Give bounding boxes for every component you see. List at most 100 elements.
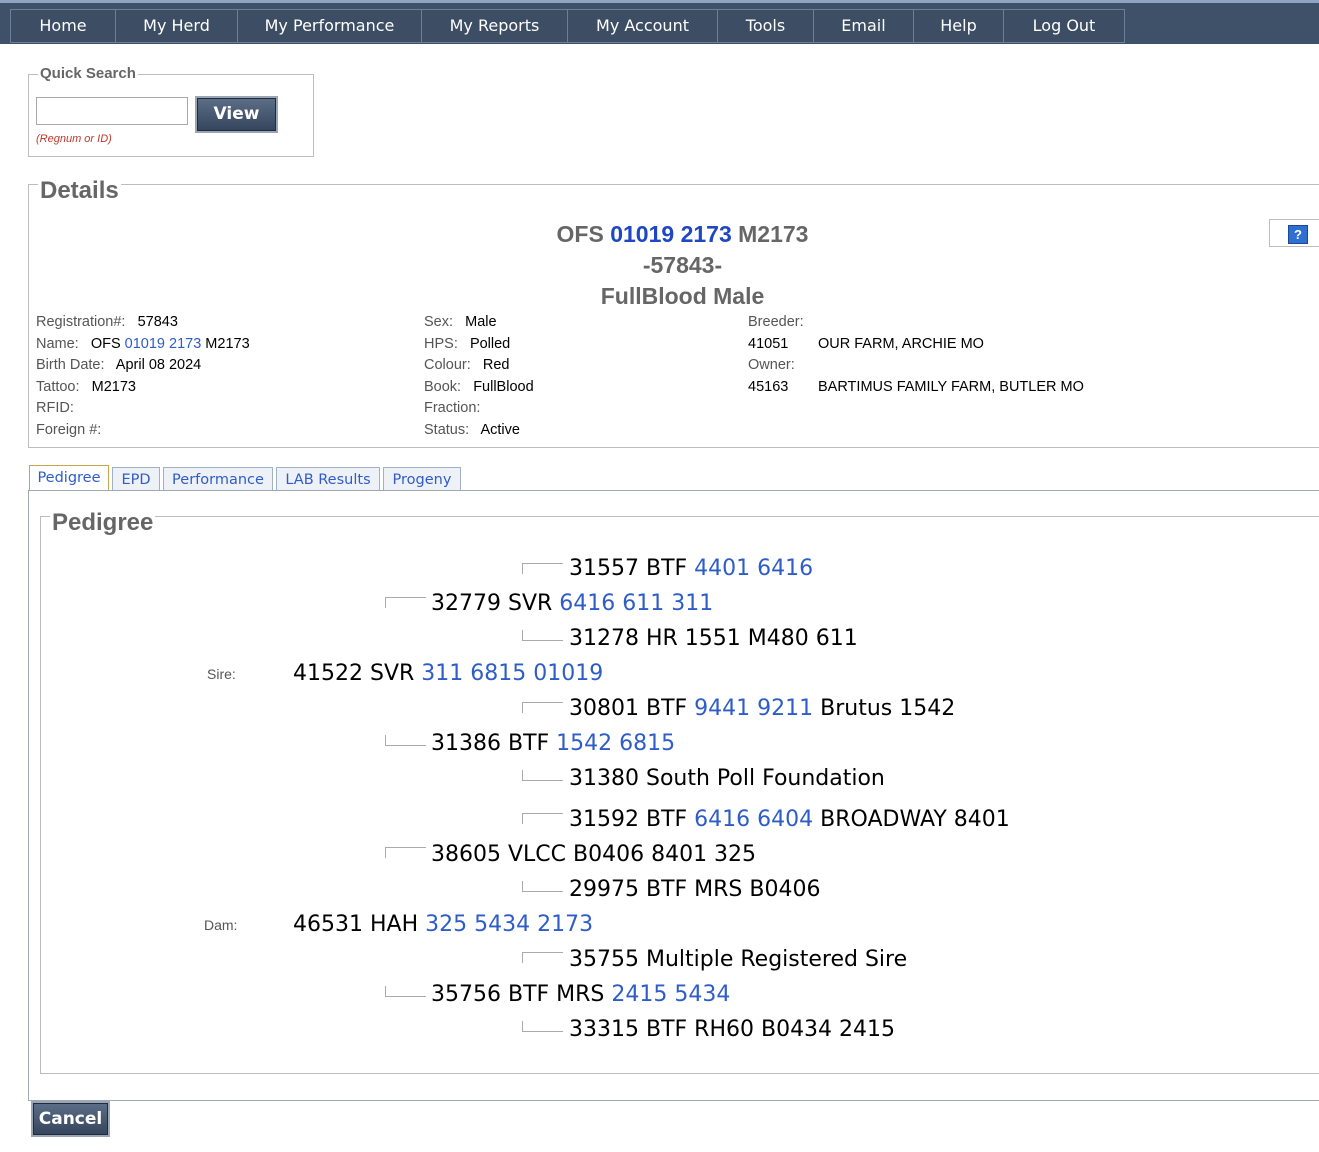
status-label: Status: <box>424 422 470 438</box>
pedigree-dds: 35755 Multiple Registered Sire <box>569 947 907 972</box>
nav-menu: Home My Herd My Performance My Reports M… <box>10 9 1125 43</box>
sds-text: 30801 BTF <box>569 696 688 721</box>
sex-field: Sex: Male <box>424 314 497 330</box>
pedigree-ss: 32779 SVR 6416 611 311 <box>431 591 713 616</box>
birth-date-value: April 08 2024 <box>115 357 202 373</box>
nav-my-account[interactable]: My Account <box>568 10 718 42</box>
sds-post: Brutus 1542 <box>820 696 956 721</box>
birth-date-label: Birth Date: <box>36 357 105 373</box>
help-button[interactable]: ? <box>1269 219 1319 247</box>
pedigree-sss: 31557 BTF 4401 6416 <box>569 556 813 581</box>
title-prefix: OFS <box>556 221 604 247</box>
nav-log-out[interactable]: Log Out <box>1004 10 1124 42</box>
sd-text: 31386 BTF <box>431 731 550 756</box>
pedigree-sds: 30801 BTF 9441 9211 Brutus 1542 <box>569 696 955 721</box>
dam-link[interactable]: 325 5434 2173 <box>425 912 593 937</box>
bracket-dd <box>385 986 426 997</box>
dd-link[interactable]: 2415 5434 <box>611 982 730 1007</box>
title-id-link[interactable]: 01019 2173 <box>610 221 732 247</box>
book-field: Book: FullBlood <box>424 379 534 395</box>
dsd-text: 29975 BTF MRS B0406 <box>569 877 821 902</box>
quick-search-legend: Quick Search <box>38 65 138 82</box>
dd-text: 35756 BTF MRS <box>431 982 605 1007</box>
pedigree-sire: 41522 SVR 311 6815 01019 <box>293 661 603 686</box>
tab-performance[interactable]: Performance <box>163 467 273 491</box>
sire-link[interactable]: 311 6815 01019 <box>421 661 603 686</box>
animal-title: OFS 01019 2173 M2173 <box>0 221 1319 248</box>
bracket-dss <box>522 813 563 824</box>
registration-line: -57843- <box>642 252 723 278</box>
dam-label: Dam: <box>204 917 238 933</box>
bracket-dds <box>522 952 563 963</box>
title-suffix: M2173 <box>738 221 809 247</box>
breeder-id: 41051 <box>748 336 789 352</box>
sire-text: 41522 SVR <box>293 661 415 686</box>
sss-link[interactable]: 4401 6416 <box>694 556 813 581</box>
sss-text: 31557 BTF <box>569 556 688 581</box>
colour-value: Red <box>482 357 510 373</box>
fraction-label: Fraction: <box>424 400 481 416</box>
breeder-label: Breeder: <box>748 314 804 330</box>
nav-my-reports[interactable]: My Reports <box>422 10 568 42</box>
colour-field: Colour: Red <box>424 357 509 373</box>
rfid-label: RFID: <box>36 400 74 416</box>
name-prefix: OFS <box>90 336 121 352</box>
tab-pedigree[interactable]: Pedigree <box>29 465 109 491</box>
ss-link[interactable]: 6416 611 311 <box>559 591 713 616</box>
foreign-field: Foreign #: <box>36 422 101 438</box>
dam-text: 46531 HAH <box>293 912 419 937</box>
rfid-field: RFID: <box>36 400 74 416</box>
sire-label: Sire: <box>207 666 236 682</box>
pedigree-dam: 46531 HAH 325 5434 2173 <box>293 912 593 937</box>
status-field: Status: Active <box>424 422 520 438</box>
dss-link[interactable]: 6416 6404 <box>694 807 813 832</box>
nav-my-herd[interactable]: My Herd <box>116 10 238 42</box>
quick-search-hint: (Regnum or ID) <box>36 133 112 145</box>
bracket-ssd <box>522 630 563 641</box>
fraction-field: Fraction: <box>424 400 480 416</box>
details-legend: Details <box>38 177 121 205</box>
breeder-name: OUR FARM, ARCHIE MO <box>818 336 984 352</box>
pedigree-sd: 31386 BTF 1542 6815 <box>431 731 675 756</box>
foreign-label: Foreign #: <box>36 422 102 438</box>
nav-home[interactable]: Home <box>11 10 116 42</box>
tab-epd[interactable]: EPD <box>112 467 160 491</box>
bracket-ddd <box>522 1021 563 1032</box>
bracket-dsd <box>522 881 563 892</box>
nav-email[interactable]: Email <box>814 10 914 42</box>
registration-field: Registration#: 57843 <box>36 314 178 330</box>
pedigree-legend: Pedigree <box>50 509 156 537</box>
ssd-text: 31278 HR 1551 M480 611 <box>569 626 858 651</box>
tab-lab-results[interactable]: LAB Results <box>276 467 380 491</box>
tattoo-label: Tattoo: <box>36 379 80 395</box>
sd-link[interactable]: 1542 6815 <box>556 731 675 756</box>
nav-my-performance[interactable]: My Performance <box>238 10 422 42</box>
help-icon: ? <box>1288 225 1308 244</box>
nav-tools[interactable]: Tools <box>718 10 814 42</box>
cancel-button[interactable]: Cancel <box>31 1101 110 1137</box>
ds-text: 38605 VLCC B0406 8401 325 <box>431 842 757 867</box>
nav-help[interactable]: Help <box>914 10 1004 42</box>
quick-search-input[interactable] <box>36 97 188 125</box>
tattoo-field: Tattoo: M2173 <box>36 379 136 395</box>
name-field: Name: OFS 01019 2173 M2173 <box>36 336 250 352</box>
name-id-link[interactable]: 01019 2173 <box>125 336 202 352</box>
sds-link[interactable]: 9441 9211 <box>694 696 813 721</box>
ss-text: 32779 SVR <box>431 591 553 616</box>
tab-progeny[interactable]: Progeny <box>383 467 461 491</box>
top-nav: Home My Herd My Performance My Reports M… <box>0 0 1319 44</box>
dds-text: 35755 Multiple Registered Sire <box>569 947 908 972</box>
book-label: Book: <box>424 379 462 395</box>
colour-label: Colour: <box>424 357 471 373</box>
registration-value: 57843 <box>137 314 178 330</box>
bracket-sds <box>522 702 563 713</box>
owner-label: Owner: <box>748 357 795 373</box>
status-value: Active <box>480 422 520 438</box>
name-label: Name: <box>36 336 79 352</box>
pedigree-sdd: 31380 South Poll Foundation <box>569 766 885 791</box>
pedigree-ssd: 31278 HR 1551 M480 611 <box>569 626 858 651</box>
animal-subtitle: FullBlood Male <box>600 283 765 309</box>
pedigree-dss: 31592 BTF 6416 6404 BROADWAY 8401 <box>569 807 1010 832</box>
view-button[interactable]: View <box>195 96 278 133</box>
hps-value: Polled <box>469 336 511 352</box>
